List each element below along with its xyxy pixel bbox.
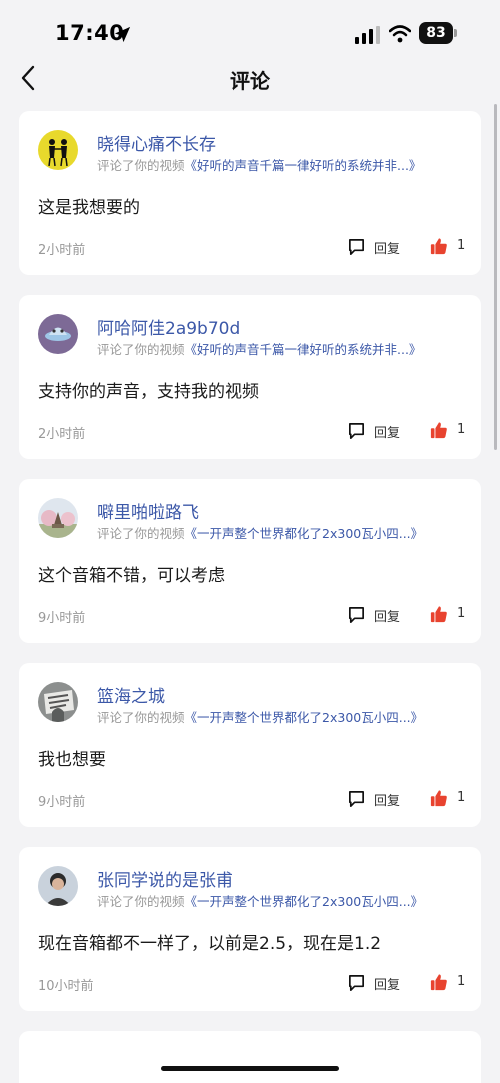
comment-subtitle: 评论了你的视频《好听的声音千篇一律好听的系统并非...》 — [97, 339, 421, 358]
comment-action: 评论了你的视频 — [97, 894, 185, 909]
nav-bar: 评论 — [0, 60, 500, 98]
comment-text: 支持你的声音，支持我的视频 — [38, 382, 259, 402]
commenter-name[interactable]: 篮海之城 — [97, 682, 165, 707]
comment-action: 评论了你的视频 — [97, 526, 185, 541]
reply-button[interactable]: 回复 — [374, 422, 400, 441]
video-link[interactable]: 《一开声整个世界都化了2x300瓦小四...》 — [185, 526, 424, 541]
video-link[interactable]: 《一开声整个世界都化了2x300瓦小四...》 — [185, 894, 424, 909]
comment-time: 2小时前 — [38, 243, 86, 258]
like-count: 1 — [457, 422, 466, 437]
like-count: 1 — [457, 790, 466, 805]
like-count: 1 — [457, 974, 466, 989]
comment-time: 2小时前 — [38, 427, 86, 442]
comment-text: 现在音箱都不一样了，以前是2.5，现在是1.2 — [38, 934, 382, 954]
comment-action: 评论了你的视频 — [97, 342, 185, 357]
comment-card[interactable]: 晓得心痛不长存 评论了你的视频《好听的声音千篇一律好听的系统并非...》 这是我… — [19, 111, 481, 275]
comment-subtitle: 评论了你的视频《一开声整个世界都化了2x300瓦小四...》 — [97, 891, 423, 910]
battery-level: 83 — [419, 22, 453, 44]
commenter-name[interactable]: 阿哈阿佳2a9b70d — [97, 314, 240, 339]
comment-action: 评论了你的视频 — [97, 158, 185, 173]
status-bar: 17:40 83 — [0, 0, 500, 60]
avatar[interactable] — [38, 314, 78, 354]
reply-icon[interactable] — [347, 237, 366, 256]
avatar[interactable] — [38, 866, 78, 906]
reply-button[interactable]: 回复 — [374, 974, 400, 993]
comment-time: 9小时前 — [38, 611, 86, 626]
video-link[interactable]: 《好听的声音千篇一律好听的系统并非...》 — [185, 158, 422, 173]
comment-card-partial[interactable] — [19, 1031, 481, 1083]
thumbs-up-icon[interactable] — [430, 237, 448, 255]
reply-button[interactable]: 回复 — [374, 606, 400, 625]
thumbs-up-icon[interactable] — [430, 605, 448, 623]
comment-text: 我也想要 — [38, 750, 106, 770]
reply-button[interactable]: 回复 — [374, 238, 400, 257]
comment-subtitle: 评论了你的视频《一开声整个世界都化了2x300瓦小四...》 — [97, 523, 423, 542]
thumbs-up-icon[interactable] — [430, 421, 448, 439]
reply-icon[interactable] — [347, 421, 366, 440]
reply-button[interactable]: 回复 — [374, 790, 400, 809]
home-indicator[interactable] — [161, 1066, 339, 1071]
video-link[interactable]: 《一开声整个世界都化了2x300瓦小四...》 — [185, 710, 424, 725]
commenter-name[interactable]: 噼里啪啦路飞 — [97, 498, 199, 523]
comment-text: 这是我想要的 — [38, 198, 140, 218]
like-count: 1 — [457, 238, 466, 253]
comment-card[interactable]: 阿哈阿佳2a9b70d 评论了你的视频《好听的声音千篇一律好听的系统并非...》… — [19, 295, 481, 459]
comment-text: 这个音箱不错，可以考虑 — [38, 566, 225, 586]
reply-icon[interactable] — [347, 605, 366, 624]
comment-time: 10小时前 — [38, 979, 94, 994]
thumbs-up-icon[interactable] — [430, 789, 448, 807]
battery-icon: 83 — [419, 22, 457, 44]
commenter-name[interactable]: 张同学说的是张甫 — [97, 866, 233, 891]
thumbs-up-icon[interactable] — [430, 973, 448, 991]
comment-subtitle: 评论了你的视频《好听的声音千篇一律好听的系统并非...》 — [97, 155, 421, 174]
scrollbar[interactable] — [494, 104, 497, 450]
comment-action: 评论了你的视频 — [97, 710, 185, 725]
comment-subtitle: 评论了你的视频《一开声整个世界都化了2x300瓦小四...》 — [97, 707, 423, 726]
comment-time: 9小时前 — [38, 795, 86, 810]
avatar[interactable] — [38, 682, 78, 722]
commenter-name[interactable]: 晓得心痛不长存 — [97, 130, 216, 155]
avatar[interactable] — [38, 130, 78, 170]
like-count: 1 — [457, 606, 466, 621]
signal-icon — [355, 26, 380, 44]
avatar[interactable] — [38, 498, 78, 538]
comment-card[interactable]: 噼里啪啦路飞 评论了你的视频《一开声整个世界都化了2x300瓦小四...》 这个… — [19, 479, 481, 643]
comment-card[interactable]: 张同学说的是张甫 评论了你的视频《一开声整个世界都化了2x300瓦小四...》 … — [19, 847, 481, 1011]
reply-icon[interactable] — [347, 973, 366, 992]
video-link[interactable]: 《好听的声音千篇一律好听的系统并非...》 — [185, 342, 422, 357]
wifi-icon — [389, 25, 411, 43]
location-arrow-icon — [114, 26, 131, 43]
page-title: 评论 — [230, 69, 270, 93]
reply-icon[interactable] — [347, 789, 366, 808]
comment-card[interactable]: 篮海之城 评论了你的视频《一开声整个世界都化了2x300瓦小四...》 我也想要… — [19, 663, 481, 827]
